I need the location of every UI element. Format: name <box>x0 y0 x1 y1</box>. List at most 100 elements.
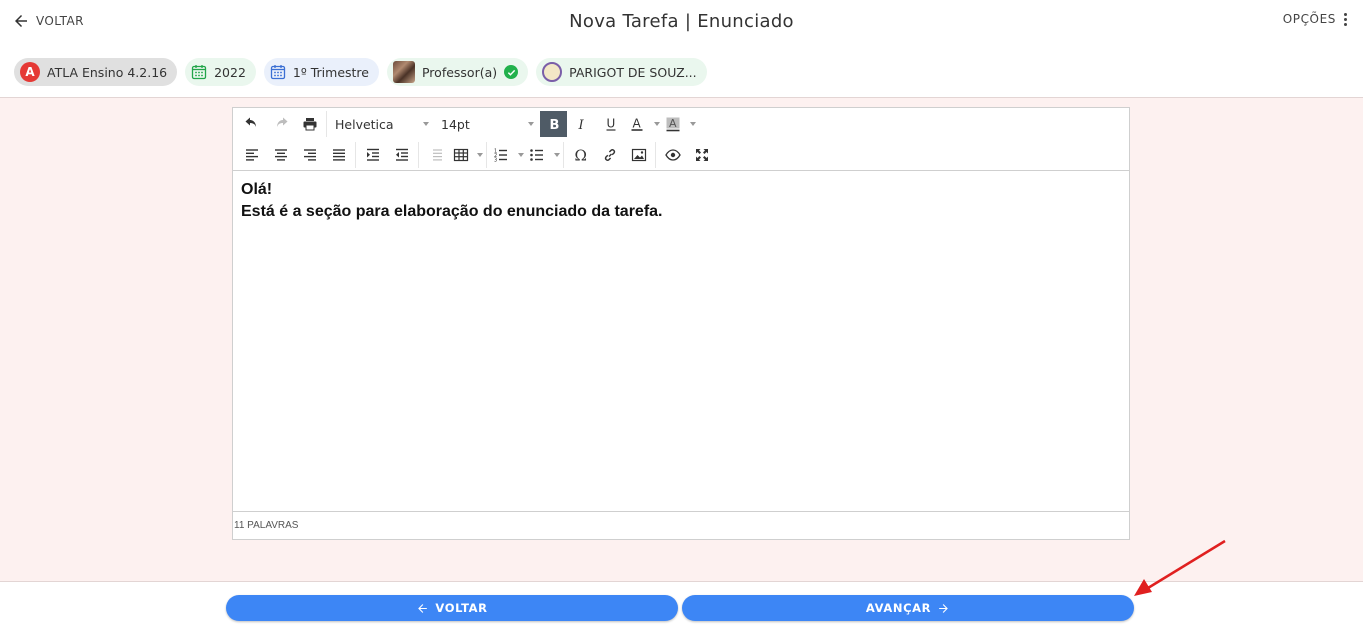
bullet-list-button[interactable] <box>525 142 549 168</box>
svg-text:A: A <box>669 117 677 130</box>
image-icon <box>631 148 646 162</box>
eye-icon <box>664 149 681 161</box>
preview-button[interactable] <box>658 142 687 168</box>
omega-icon: Ω <box>574 147 586 163</box>
next-button[interactable]: AVANÇAR <box>682 595 1134 621</box>
align-center-icon <box>274 149 287 161</box>
underline-icon: U <box>606 117 615 131</box>
word-count: 11 PALAVRAS <box>234 520 299 531</box>
year-chip[interactable]: 2022 <box>185 58 256 86</box>
chevron-down-icon <box>528 122 534 126</box>
indent-icon <box>366 148 379 161</box>
chevron-down-icon <box>654 122 660 126</box>
numbered-list-dropdown[interactable] <box>513 142 525 168</box>
indent-button[interactable] <box>358 142 387 168</box>
options-menu-button[interactable]: OPÇÕES <box>1283 12 1347 26</box>
app-version-label: ATLA Ensino 4.2.16 <box>47 64 168 80</box>
atla-logo-icon: A <box>20 62 40 82</box>
fullscreen-icon <box>695 149 708 161</box>
align-right-button[interactable] <box>295 142 324 168</box>
avatar <box>392 61 415 83</box>
svg-text:Ω: Ω <box>574 147 586 163</box>
toolbar-row-2: 123 Ω <box>237 141 716 169</box>
check-circle-icon <box>504 65 519 79</box>
table-dropdown[interactable] <box>472 142 484 168</box>
top-bar: VOLTAR Nova Tarefa | Enunciado OPÇÕES A … <box>0 0 1363 98</box>
page-title: Nova Tarefa | Enunciado <box>569 11 794 32</box>
svg-text:3: 3 <box>494 158 497 164</box>
bullet-list-icon <box>530 149 543 161</box>
toolbar-separator <box>563 142 564 168</box>
toolbar-separator <box>418 142 419 168</box>
fullscreen-button[interactable] <box>687 142 716 168</box>
align-right-icon <box>303 149 316 161</box>
line-height-icon <box>432 149 442 161</box>
insert-image-button[interactable] <box>624 142 653 168</box>
numbered-list-control: 123 <box>489 142 525 168</box>
content-line-1: Olá! <box>241 181 273 198</box>
editor-statusbar: 11 PALAVRAS <box>233 511 1129 539</box>
term-chip[interactable]: 1º Trimestre <box>263 58 379 86</box>
chevron-down-icon <box>690 122 696 126</box>
numbered-list-icon: 123 <box>494 149 507 164</box>
app-version-chip[interactable]: A ATLA Ensino 4.2.16 <box>14 58 178 86</box>
editor-toolbar: Helvetica 14pt B I U A A 1 2 3 Ω <box>233 108 1129 171</box>
redo-button[interactable] <box>266 111 295 137</box>
calendar-icon <box>270 65 286 80</box>
toolbar-row-1: Helvetica 14pt B I U A A <box>237 110 697 138</box>
outdent-button[interactable] <box>387 142 416 168</box>
redo-icon <box>276 117 287 127</box>
calendar-icon <box>191 65 207 80</box>
svg-text:U: U <box>606 117 615 131</box>
background-color-control: A <box>661 111 697 137</box>
text-color-button[interactable]: A <box>625 111 649 137</box>
print-button[interactable] <box>295 111 324 137</box>
numbered-list-button[interactable]: 123 <box>489 142 513 168</box>
table-button[interactable] <box>450 142 472 168</box>
back-button-label: VOLTAR <box>435 601 488 615</box>
undo-icon <box>245 117 256 127</box>
text-color-control: A <box>625 111 661 137</box>
table-icon <box>453 148 469 162</box>
bullet-list-dropdown[interactable] <box>549 142 561 168</box>
line-height-button[interactable] <box>421 142 450 168</box>
font-size-value: 14pt <box>441 116 470 132</box>
role-chip[interactable]: Professor(a) <box>386 58 529 86</box>
align-left-button[interactable] <box>237 142 266 168</box>
toolbar-separator <box>486 142 487 168</box>
svg-text:I: I <box>577 118 584 132</box>
outdent-icon <box>395 148 408 161</box>
text-color-dropdown[interactable] <box>649 111 661 137</box>
toolbar-separator <box>655 142 656 168</box>
undo-button[interactable] <box>237 111 266 137</box>
font-size-select[interactable]: 14pt <box>435 111 540 137</box>
chevron-down-icon <box>518 153 524 157</box>
align-center-button[interactable] <box>266 142 295 168</box>
align-justify-button[interactable] <box>324 142 353 168</box>
toolbar-separator <box>355 142 356 168</box>
font-family-value: Helvetica <box>335 116 394 132</box>
next-button-label: AVANÇAR <box>865 601 932 615</box>
align-justify-icon <box>332 149 345 161</box>
bold-button[interactable]: B <box>540 111 567 137</box>
special-character-button[interactable]: Ω <box>566 142 595 168</box>
school-chip[interactable]: PARIGOT DE SOUZ... <box>536 58 707 86</box>
editor-content[interactable]: Olá! Está é a seção para elaboração do e… <box>241 179 1121 223</box>
svg-text:B: B <box>549 118 559 132</box>
background-color-button[interactable]: A <box>661 111 685 137</box>
underline-button[interactable]: U <box>596 111 625 137</box>
context-chips: A ATLA Ensino 4.2.16 2022 1º Trimestre P… <box>14 58 707 86</box>
italic-button[interactable]: I <box>567 111 596 137</box>
content-line-2: Está é a seção para elaboração do enunci… <box>241 203 663 220</box>
background-color-dropdown[interactable] <box>685 111 697 137</box>
arrow-left-icon <box>418 603 428 613</box>
rich-text-editor: Helvetica 14pt B I U A A 1 2 3 Ω Olá! Es… <box>232 107 1130 540</box>
italic-icon: I <box>577 118 584 132</box>
table-control <box>450 142 484 168</box>
font-family-select[interactable]: Helvetica <box>329 111 435 137</box>
svg-text:A: A <box>633 117 642 131</box>
options-label: OPÇÕES <box>1282 12 1336 26</box>
back-button[interactable]: VOLTAR <box>226 595 678 621</box>
highlight-color-icon: A <box>666 117 680 132</box>
insert-link-button[interactable] <box>595 142 624 168</box>
